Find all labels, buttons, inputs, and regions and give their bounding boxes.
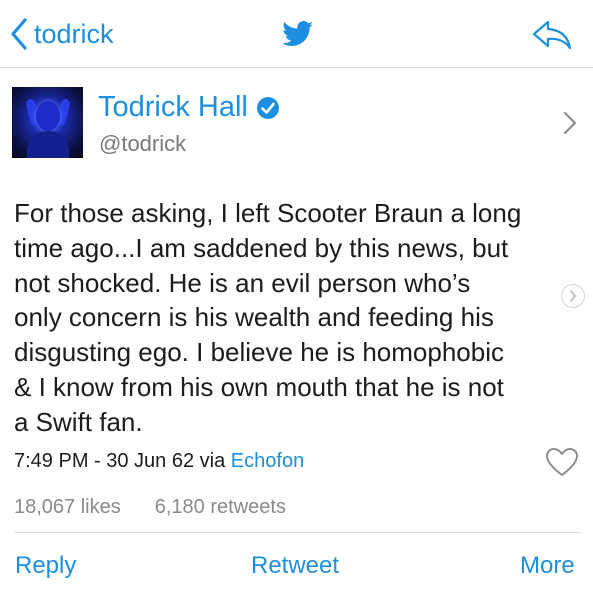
name-row: Todrick Hall: [98, 91, 280, 124]
reply-button[interactable]: Reply: [15, 552, 76, 580]
carousel-next-button[interactable]: [561, 284, 585, 308]
tweet-meta: 7:49 PM - 30 Jun 62 via Echofon: [14, 450, 304, 473]
more-button[interactable]: More: [520, 552, 575, 580]
divider: [14, 532, 581, 533]
timestamp: 7:49 PM - 30 Jun 62 via: [14, 450, 226, 472]
tweet-text: For those asking, I left Scooter Braun a…: [14, 198, 522, 437]
tweet-stats: 18,067 likes 6,180 retweets: [14, 496, 286, 519]
heart-icon[interactable]: [545, 447, 579, 477]
twitter-bird-icon: [282, 21, 314, 46]
share-icon[interactable]: [530, 18, 574, 52]
back-button[interactable]: todrick: [10, 14, 114, 54]
display-name: Todrick Hall: [98, 91, 248, 123]
retweets-count[interactable]: 6,180 retweets: [155, 496, 286, 519]
navigation-bar: todrick: [0, 0, 593, 68]
handle: @todrick: [99, 131, 187, 156]
likes-count[interactable]: 18,067 likes: [14, 496, 121, 519]
back-chevron-icon: [11, 18, 27, 50]
chevron-right-icon[interactable]: [563, 111, 577, 135]
carousel-next-icon: [570, 290, 576, 302]
avatar[interactable]: [12, 87, 83, 158]
via-link[interactable]: Echofon: [231, 450, 304, 472]
action-bar: Reply Retweet More: [0, 552, 593, 586]
retweet-button[interactable]: Retweet: [251, 552, 339, 580]
verified-badge-icon: [256, 96, 279, 119]
profile-header[interactable]: Todrick Hall @todrick: [0, 69, 593, 179]
back-label: todrick: [34, 18, 114, 49]
